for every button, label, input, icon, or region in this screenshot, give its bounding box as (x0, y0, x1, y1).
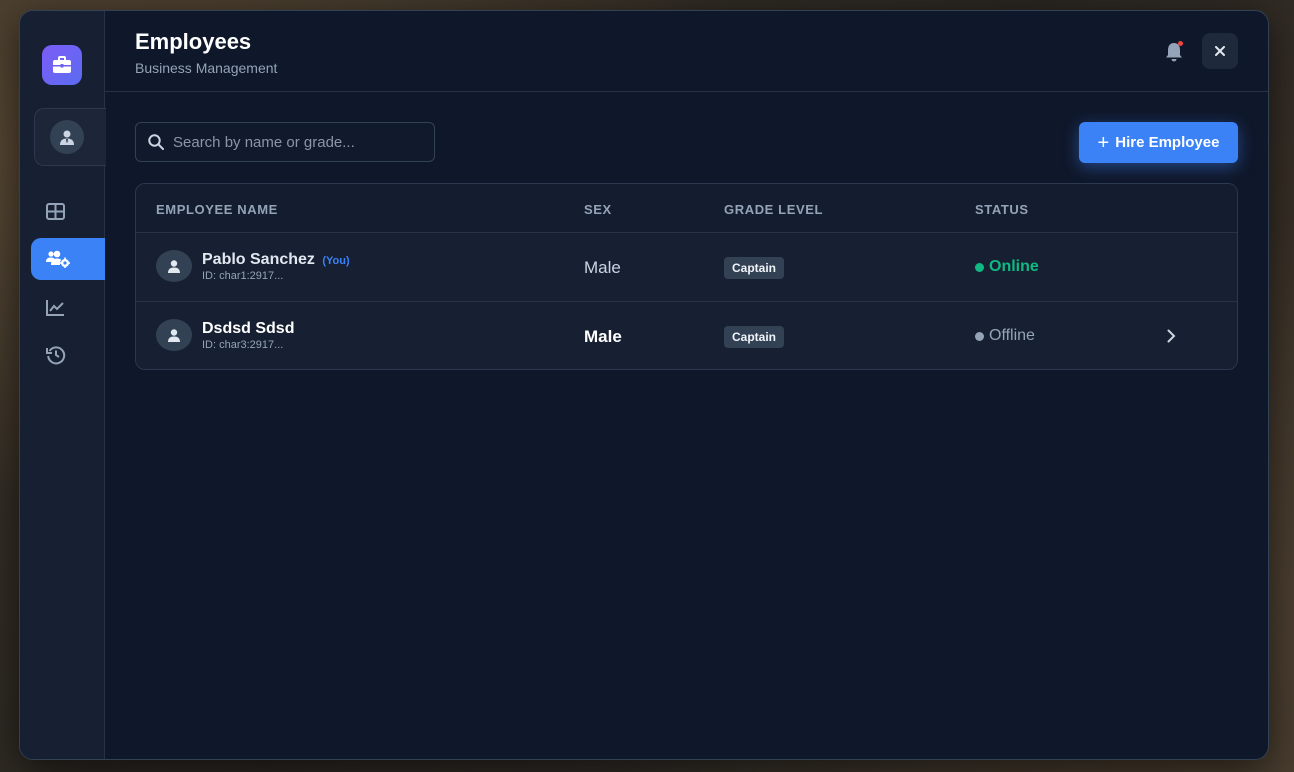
employee-sex: Male (584, 327, 622, 346)
avatar (156, 250, 192, 282)
chart-line-icon (46, 299, 64, 316)
status-online: Online (975, 258, 1039, 276)
chevron-right-icon (1167, 329, 1175, 343)
grid-icon (46, 202, 65, 220)
status-dot (975, 262, 984, 272)
you-tag: (You) (322, 255, 350, 267)
sidebar-item-employees[interactable] (31, 238, 105, 280)
briefcase-icon (53, 56, 71, 73)
employee-id: ID: char3:2917... (202, 339, 284, 351)
status-text: Online (989, 258, 1039, 275)
employee-name-text: Dsdsd Sdsd (202, 320, 295, 337)
employee-sex: Male (584, 258, 621, 277)
hire-employee-label: Hire Employee (1115, 134, 1220, 151)
employees-table: EMPLOYEE NAME SEX GRADE LEVEL STATUS Pab… (135, 183, 1238, 370)
status-text: Offline (989, 327, 1035, 344)
column-sex: SEX (584, 202, 612, 217)
page-title: Employees (135, 29, 252, 54)
user-tie-icon (59, 130, 74, 145)
search-input[interactable] (173, 133, 413, 151)
column-employee-name: EMPLOYEE NAME (156, 202, 278, 217)
table-header: EMPLOYEE NAME SEX GRADE LEVEL STATUS (136, 184, 1237, 233)
header: Employees Business Management (105, 11, 1268, 92)
employee-id: ID: char1:2917... (202, 270, 284, 282)
history-icon (46, 346, 66, 365)
notifications-button[interactable] (1161, 39, 1187, 65)
employee-name: Dsdsd Sdsd (202, 320, 294, 338)
briefcase-logo (42, 45, 82, 85)
search-box[interactable] (135, 122, 435, 162)
close-button[interactable] (1202, 33, 1238, 69)
notification-dot (1178, 41, 1183, 46)
sidebar-item-analytics[interactable] (31, 286, 105, 328)
avatar (156, 319, 192, 351)
user-icon (168, 259, 180, 273)
table-row[interactable]: Pablo Sanchez (You) ID: char1:2917... Ma… (136, 233, 1237, 301)
avatar (49, 120, 84, 154)
grade-badge: Captain (724, 257, 785, 279)
table-row[interactable]: Dsdsd Sdsd ID: char3:2917... Male Captai… (136, 301, 1237, 369)
sidebar-item-history[interactable] (31, 334, 105, 376)
profile-button[interactable] (34, 108, 106, 166)
grade-badge: Captain (724, 326, 785, 348)
user-icon (168, 328, 180, 342)
close-icon (1215, 46, 1225, 56)
sidebar-item-dashboard[interactable] (31, 190, 105, 232)
employee-name: Pablo Sanchez (You) (202, 251, 350, 269)
employees-window: Employees Business Management Search by … (19, 10, 1269, 760)
status-offline: Offline (975, 327, 1035, 345)
hire-employee-button[interactable]: + Hire Employee (1079, 122, 1238, 163)
status-dot (975, 331, 984, 341)
page-subtitle: Business Management (135, 60, 278, 76)
main-content: Employees Business Management Search by … (105, 11, 1268, 759)
sidebar (20, 11, 106, 759)
row-details-button[interactable] (1163, 326, 1179, 346)
search-icon (148, 134, 164, 150)
column-status: STATUS (975, 202, 1029, 217)
column-grade-level: GRADE LEVEL (724, 202, 824, 217)
plus-icon: + (1097, 131, 1110, 154)
users-gear-icon (46, 250, 70, 268)
employee-name-text: Pablo Sanchez (202, 251, 315, 268)
